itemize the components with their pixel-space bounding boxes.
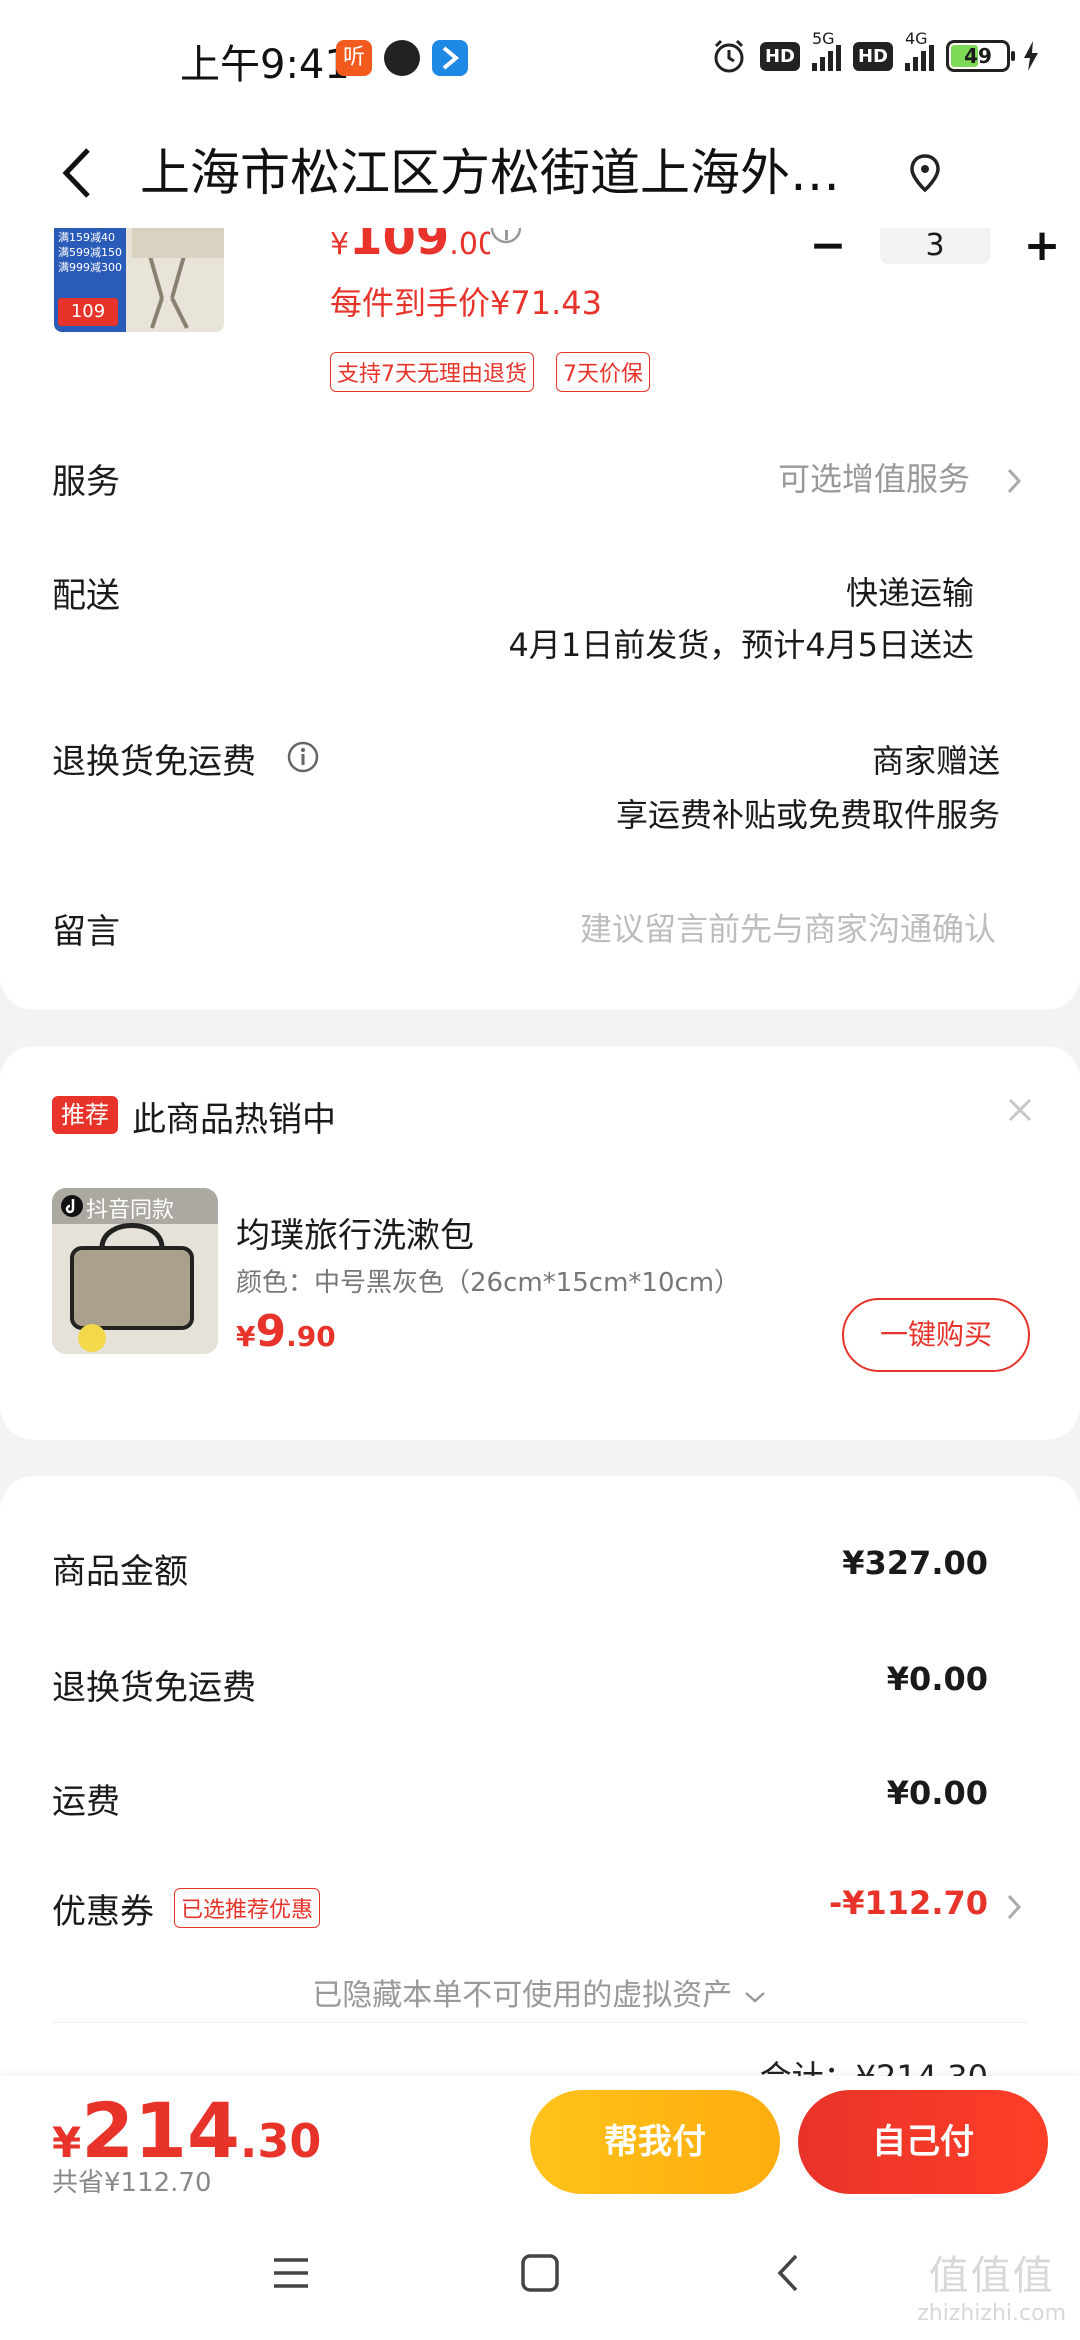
coupon-label: 优惠券 (52, 1892, 154, 1932)
product-thumbnail[interactable]: 满159减40 满599减150 满999减300 109 (54, 228, 224, 332)
recommend-item-image[interactable]: 抖音同款 (52, 1188, 218, 1354)
help-me-pay-button[interactable]: 帮我付 (530, 2090, 780, 2194)
goods-amount-value: ¥327.00 (842, 1544, 988, 1582)
battery-icon: 49 (946, 40, 1015, 72)
pay-myself-button[interactable]: 自己付 (798, 2090, 1048, 2194)
recommend-badge: 推荐 (52, 1096, 118, 1134)
quantity-input[interactable]: 3 (880, 228, 990, 264)
coupon-value[interactable]: -¥112.70 (829, 1884, 988, 1922)
decrease-button[interactable]: − (808, 224, 848, 268)
address-title[interactable]: 上海市松江区方松街道上海外… (140, 138, 860, 208)
chair-image (132, 228, 224, 329)
recommend-item-price: ¥9.90 (236, 1306, 336, 1357)
alarm-icon (714, 39, 744, 73)
quantity-stepper: − 3 + (808, 224, 1062, 268)
shipping-fee-value: ¥0.00 (886, 1774, 988, 1812)
signal-4g-icon: 4G (905, 29, 934, 71)
goods-amount-label: 商品金额 (52, 1552, 188, 1592)
status-time: 上午9:41 (180, 42, 350, 88)
order-summary-card: 商品金额 ¥327.00 退换货免运费 ¥0.00 运费 ¥0.00 优惠券 已… (0, 1476, 1080, 2076)
delivery-time: 4月1日前发货，预计4月5日送达 (508, 626, 974, 664)
recommend-item-spec: 颜色：中号黑灰色（26cm*15cm*10cm） (236, 1268, 741, 1298)
location-button[interactable] (900, 148, 950, 198)
address-header: 上海市松江区方松街道上海外… (0, 118, 1080, 228)
return-shipping-label: 退换货免运费 (52, 742, 256, 782)
delivery-label: 配送 (52, 576, 120, 616)
payment-bar: ¥214.30 共省¥112.70 帮我付 自己付 值值值 zhizhizhi.… (0, 2076, 1080, 2340)
recommend-item-name[interactable]: 均璞旅行洗漱包 (236, 1208, 474, 1257)
hidden-assets-toggle[interactable]: 已隐藏本单不可使用的虚拟资产 (0, 1970, 1080, 2014)
price-protect-tag: 7天价保 (556, 352, 650, 392)
shipping-fee-label: 运费 (52, 1782, 120, 1822)
location-pin-icon (910, 154, 940, 193)
back-button[interactable] (52, 138, 102, 208)
charging-icon (1024, 41, 1038, 71)
coupon-chevron-icon[interactable] (1004, 1890, 1024, 1924)
one-click-buy-button[interactable]: 一键购买 (842, 1298, 1030, 1372)
home-icon[interactable] (515, 2248, 565, 2298)
coupon-tag: 已选推荐优惠 (174, 1888, 321, 1928)
dot-app-icon (384, 40, 420, 76)
total-saved: 共省¥112.70 (52, 2168, 212, 2198)
thumb-price: 109 (58, 298, 118, 326)
return-shipping-value: 商家赠送 (871, 742, 1000, 780)
status-icons: HD 5G HD 4G 49 (710, 29, 1040, 78)
hd-badge-2: HD (852, 41, 893, 71)
nav-back-icon[interactable] (764, 2248, 814, 2298)
return-fee-label: 退换货免运费 (52, 1668, 256, 1708)
unit-price: ¥109.00 (330, 228, 490, 264)
increase-button[interactable]: + (1022, 224, 1062, 268)
listen-app-icon: 听 (336, 40, 372, 76)
note-input[interactable]: 建议留言前先与商家沟通确认 (580, 904, 996, 950)
tiktok-icon (61, 1195, 83, 1217)
signal-5g-icon: 5G (811, 29, 841, 71)
return-fee-value: ¥0.00 (886, 1660, 988, 1698)
delivery-method: 快递运输 (845, 574, 974, 612)
chevron-right-icon[interactable] (1004, 464, 1024, 498)
return-policy-tag: 支持7天无理由退货 (330, 352, 534, 392)
chevron-left-icon (62, 148, 90, 198)
menu-icon[interactable] (266, 2248, 316, 2298)
chevron-down-icon (744, 1991, 765, 2003)
service-label: 服务 (52, 462, 120, 502)
note-label: 留言 (52, 912, 120, 952)
recommend-title: 此商品热销中 (132, 1100, 336, 1140)
divider (52, 2022, 1028, 2023)
info-icon[interactable] (490, 228, 522, 248)
service-value[interactable]: 可选增值服务 (778, 454, 970, 500)
hd-badge: HD (759, 41, 800, 71)
close-icon[interactable] (1004, 1094, 1036, 1126)
arrow-app-icon (432, 40, 468, 76)
order-item-card: 满159减40 满599减150 满999减300 109 ¥109.00 − … (0, 224, 1080, 1010)
recommend-image-label: 抖音同款 (86, 1198, 175, 1223)
status-bar: 上午9:41 听 HD 5G HD 4G 49 (0, 0, 1080, 118)
promo-lines: 满159减40 满599减150 满999减300 (58, 231, 122, 274)
total-partial: 合计：¥214.30 (760, 2052, 988, 2076)
return-shipping-desc: 享运费补贴或免费取件服务 (615, 796, 1000, 834)
recommend-card: 推荐 此商品热销中 抖音同款 均璞旅行洗漱包 颜色：中号黑灰色（26cm*15c… (0, 1046, 1080, 1440)
watermark: 值值值 zhizhizhi.com (917, 2253, 1066, 2326)
info-circle-icon[interactable] (286, 740, 320, 774)
per-item-price: 每件到手价¥71.43 (330, 284, 602, 322)
